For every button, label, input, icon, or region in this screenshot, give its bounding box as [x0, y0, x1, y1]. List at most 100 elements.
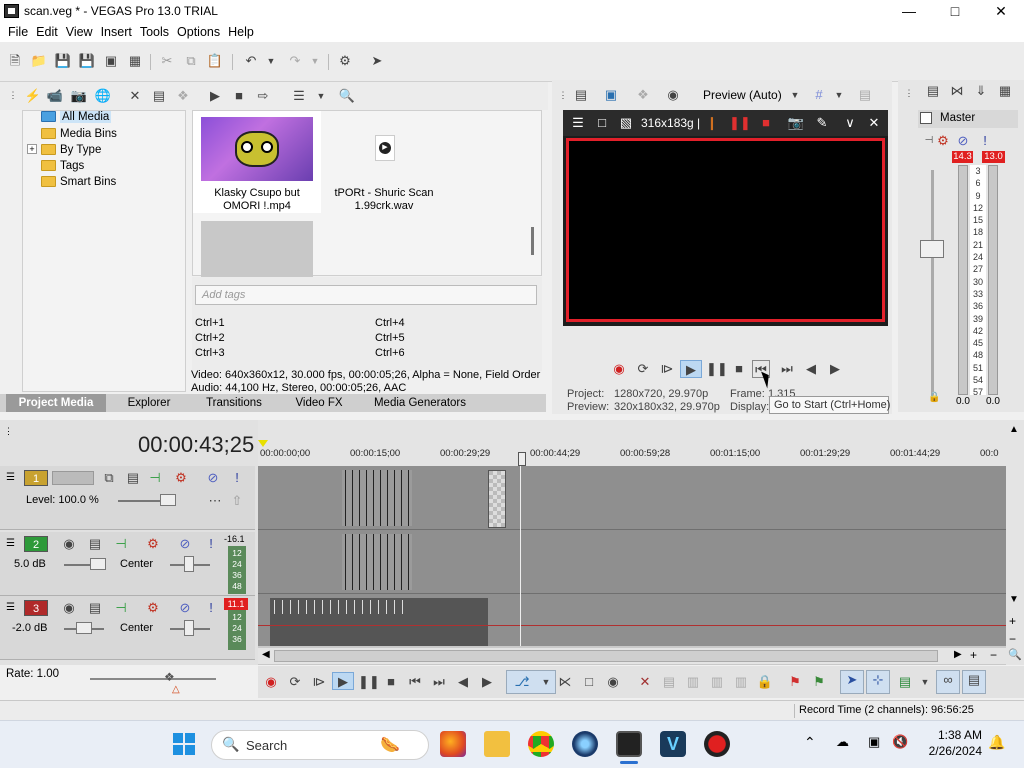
views-dropdown-icon[interactable]: ▼ [312, 87, 330, 105]
tab-media-generators[interactable]: Media Generators [360, 394, 480, 412]
loop-marker-icon[interactable] [258, 440, 268, 447]
play-icon[interactable]: ▶ [680, 360, 702, 378]
stop-media-icon[interactable]: ■ [230, 87, 248, 105]
tree-item-smart-bins[interactable]: Smart Bins [41, 176, 116, 192]
timeline-ruler[interactable]: 00:00:00;00 00:00:15;00 00:00:29;29 00:0… [258, 420, 1006, 466]
zoom-tool-icon[interactable]: ◉ [604, 673, 622, 691]
audio-event-track3[interactable] [270, 598, 488, 646]
auto-preview-icon[interactable]: ⇨ [254, 87, 272, 105]
prev-frame-icon[interactable]: ◀ [802, 360, 820, 378]
menu-help[interactable]: Help [224, 22, 258, 42]
tree-item-all-media[interactable]: All Media [41, 111, 112, 127]
preview-quality-icon[interactable]: ◉ [664, 86, 682, 104]
tab-project-media[interactable]: Project Media [6, 394, 106, 412]
stop-record-icon[interactable]: ■ [757, 114, 775, 132]
media-fx-icon[interactable]: ❖ [174, 87, 192, 105]
search-media-icon[interactable]: 🔍 [338, 87, 356, 105]
invert-phase-icon[interactable]: ▤ [86, 599, 104, 617]
selected-event[interactable] [488, 470, 506, 528]
vertical-scrollbar[interactable]: ▲ ▼ + − [1006, 420, 1024, 665]
collapse-track-icon[interactable]: ☰ [6, 602, 15, 613]
tree-item-by-type[interactable]: By Type [41, 144, 101, 160]
ripple-dropdown-icon[interactable]: ▼ [916, 673, 934, 691]
media-properties-icon[interactable]: ▤ [150, 87, 168, 105]
zoom-tool-icon[interactable]: 🔍 [1008, 648, 1022, 661]
trim-start-icon[interactable]: ▥ [684, 673, 702, 691]
redo-dropdown-icon[interactable]: ▼ [306, 52, 324, 70]
downmix-icon[interactable]: ⋈ [948, 82, 966, 100]
ignore-grouping-icon[interactable]: ▤ [962, 670, 986, 694]
volume-envelope[interactable] [258, 625, 1006, 626]
collapse-track-icon[interactable]: ☰ [6, 538, 15, 549]
next-frame-icon[interactable]: ▶ [478, 673, 496, 691]
remove-media-icon[interactable]: ✕ [126, 87, 144, 105]
expand-by-type-icon[interactable]: + [27, 144, 37, 154]
solo-icon[interactable]: ! [976, 132, 994, 150]
track-fx-icon[interactable]: ⚙ [144, 599, 162, 617]
clock-date[interactable]: 2/26/2024 [920, 744, 982, 758]
preview-quality-label[interactable]: Preview (Auto) [703, 88, 782, 102]
pause-icon[interactable]: ❚❚ [706, 360, 728, 378]
app-icon[interactable] [572, 731, 598, 757]
track-insert-icon[interactable]: ⊣ [112, 599, 130, 617]
collapse-icon[interactable]: ∨ [841, 114, 859, 132]
arm-record-icon[interactable]: ◉ [60, 535, 78, 553]
pan-slider-handle[interactable] [184, 620, 194, 636]
web-media-icon[interactable]: 🌐 [94, 87, 112, 105]
tab-transitions[interactable]: Transitions [190, 394, 278, 412]
level-slider-handle[interactable] [160, 494, 176, 506]
play-from-start-icon[interactable]: ⧐ [658, 360, 676, 378]
loop-icon[interactable]: ⟳ [286, 673, 304, 691]
scroll-down-icon[interactable]: ▼ [1009, 594, 1019, 605]
solo-track-icon[interactable]: ! [228, 469, 246, 487]
track-motion-icon[interactable]: ⊣ [146, 469, 164, 487]
envelope-tool-icon[interactable]: ⋉ [556, 673, 574, 691]
composite-mode-icon[interactable]: ⧉ [100, 469, 118, 487]
scroll-right-icon[interactable]: ▶ [954, 649, 962, 660]
close-button[interactable]: ✕ [978, 0, 1024, 22]
video-fx-icon[interactable]: ❖ [634, 86, 652, 104]
invert-phase-icon[interactable]: ▤ [86, 535, 104, 553]
next-frame-icon[interactable]: ▶ [826, 360, 844, 378]
master-fader-handle[interactable] [920, 240, 944, 258]
fullscreen-icon[interactable]: □ [593, 114, 611, 132]
tab-video-fx[interactable]: Video FX [284, 394, 354, 412]
delete-icon[interactable]: ✕ [636, 673, 654, 691]
scroll-thumb[interactable] [274, 650, 938, 662]
camera-icon[interactable]: 📷 [787, 114, 805, 132]
record-icon[interactable]: ◉ [262, 673, 280, 691]
rate-slider[interactable] [90, 678, 216, 680]
chrome-icon[interactable] [528, 731, 554, 757]
video-event[interactable] [342, 470, 412, 526]
playhead-marker[interactable] [518, 452, 526, 466]
track-header-2[interactable]: ☰ 2 ◉ ▤ ⊣ ⚙ ⊘ ! -16.1 5.0 dB Center 12 24… [0, 532, 255, 596]
mixer-properties-icon[interactable]: ▤ [924, 82, 942, 100]
track-insert-icon[interactable]: ⊣ [112, 535, 130, 553]
tags-input[interactable]: Add tags [195, 285, 537, 305]
solo-track-icon[interactable]: ! [202, 535, 220, 553]
display-icon[interactable]: ▣ [868, 734, 880, 750]
scroll-up-icon[interactable]: ▲ [1009, 424, 1019, 435]
preview-properties-icon[interactable]: ▤ [572, 86, 590, 104]
taskbar-search-box[interactable]: 🔍 Search 🌭 [211, 730, 429, 760]
play-media-icon[interactable]: ▶ [206, 87, 224, 105]
volume-slider-handle[interactable] [76, 622, 92, 634]
new-project-icon[interactable]: 🗎 [6, 52, 24, 70]
zoom-in-icon[interactable]: + [970, 648, 977, 662]
scroll-left-icon[interactable]: ◀ [262, 649, 270, 660]
undo-icon[interactable]: ↶ [242, 52, 260, 70]
pause-icon[interactable]: ❚❚ [358, 673, 380, 691]
clock-time[interactable]: 1:38 AM [926, 728, 982, 742]
menu-edit[interactable]: Edit [32, 22, 62, 42]
save-icon[interactable]: 💾 [54, 52, 72, 70]
pan-slider-handle[interactable] [184, 556, 194, 572]
crop-icon[interactable]: ▧ [617, 114, 635, 132]
cut-icon[interactable]: ✂ [158, 52, 176, 70]
prev-frame-icon[interactable]: ◀ [454, 673, 472, 691]
play-icon[interactable]: ▶ [332, 672, 354, 690]
mute-icon[interactable]: ⊘ [954, 132, 972, 150]
mixer-columns-icon[interactable]: ▦ [996, 82, 1014, 100]
track-header-1[interactable]: ☰ 1 ⧉ ▤ ⊣ ⚙ ⊘ ! Level: 100.0 % ⋯ ⇧ [0, 466, 255, 530]
solo-track-icon[interactable]: ! [202, 599, 220, 617]
close-preview-icon[interactable]: ✕ [865, 114, 883, 132]
